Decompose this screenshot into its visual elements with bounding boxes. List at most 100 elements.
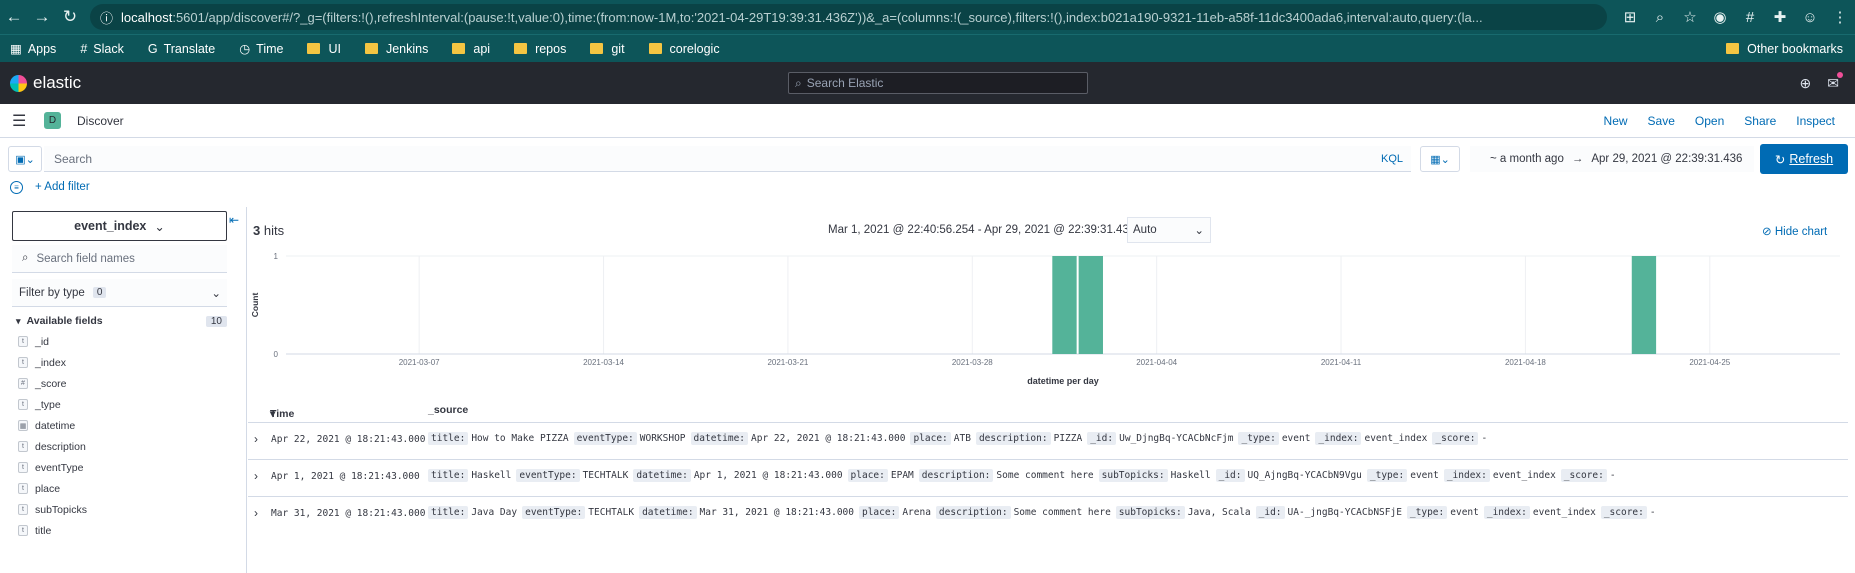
column-source-header: _source — [428, 404, 469, 416]
query-input[interactable]: Search KQL — [44, 146, 1411, 172]
source-key: _index: — [1443, 469, 1490, 482]
filter-by-type-button[interactable]: Filter by type 0 ⌄ — [12, 279, 227, 307]
bookmark-api[interactable]: api — [452, 42, 490, 56]
source-key: title: — [428, 432, 469, 445]
source-key: _index: — [1315, 432, 1362, 445]
star-icon[interactable]: ☆ — [1675, 8, 1705, 26]
bookmark-jenkins[interactable]: Jenkins — [364, 42, 428, 56]
bookmark-apps[interactable]: ▦ Apps — [10, 41, 56, 57]
add-filter-button[interactable]: + Add filter — [35, 181, 90, 193]
zoom-icon[interactable]: ⌕ — [1645, 9, 1675, 26]
folder-icon — [514, 43, 528, 54]
string-type-icon: t — [18, 441, 28, 452]
folder-icon — [307, 43, 321, 54]
notification-dot — [1837, 71, 1843, 78]
save-button[interactable]: Save — [1648, 114, 1675, 128]
interval-value: Auto — [1133, 224, 1157, 236]
bookmark-other[interactable]: Other bookmarks — [1726, 42, 1843, 56]
field-item-description[interactable]: t description — [12, 436, 227, 457]
date-quick-select[interactable]: ▦⌄ — [1420, 146, 1460, 172]
refresh-icon: ↻ — [1774, 152, 1786, 167]
chevron-down-icon: ⌄ — [154, 219, 165, 234]
field-item-_type[interactable]: t _type — [12, 394, 227, 415]
bookmark-label: repos — [535, 41, 567, 56]
open-button[interactable]: Open — [1695, 114, 1724, 128]
share-button[interactable]: Share — [1744, 114, 1776, 128]
forward-icon[interactable]: → — [28, 7, 56, 27]
query-bar: ▣⌄ Search KQL ▦⌄ ~ a month ago → Apr 29,… — [0, 142, 1855, 176]
source-value: How to Make PIZZA — [471, 433, 569, 444]
source-value: ATB — [953, 433, 971, 444]
source-value: - — [1609, 470, 1616, 481]
menu-icon[interactable]: ☰ — [12, 111, 32, 131]
index-pattern-select[interactable]: event_index ⌄ — [12, 211, 227, 241]
field-item-place[interactable]: t place — [12, 478, 227, 499]
source-key: description: — [975, 432, 1051, 445]
bookmark-slack[interactable]: # Slack — [80, 42, 124, 56]
bookmark-label: Slack — [93, 41, 124, 56]
collapse-sidebar-icon[interactable]: ⇤ — [229, 213, 239, 227]
field-item-_id[interactable]: t _id — [12, 331, 227, 352]
source-value: EPAM — [890, 470, 914, 481]
bookmark-repos[interactable]: repos — [514, 42, 566, 56]
elastic-logo[interactable]: elastic — [10, 73, 81, 93]
expand-row-icon[interactable]: › — [254, 432, 258, 446]
info-icon[interactable]: ⓘ — [100, 8, 113, 27]
date-start[interactable]: ~ a month ago — [1490, 153, 1564, 165]
source-key: _type: — [1238, 432, 1279, 445]
source-value: Mar 31, 2021 @ 18:21:43.000 — [699, 507, 854, 518]
field-item-_score[interactable]: # _score — [12, 373, 227, 394]
bookmark-ui[interactable]: UI — [307, 42, 341, 56]
bookmark-label: Other bookmarks — [1747, 41, 1843, 56]
source-key: eventType: — [573, 432, 637, 445]
back-icon[interactable]: ← — [0, 7, 28, 27]
filter-options-icon[interactable]: ≡ — [10, 180, 23, 194]
translate-icon[interactable]: ⊞ — [1615, 8, 1645, 26]
source-value: event — [1410, 470, 1439, 481]
field-search-input[interactable]: ⌕ Search field names — [12, 245, 227, 273]
search-placeholder: Search Elastic — [806, 76, 884, 90]
search-elastic-input[interactable]: ⌕ Search Elastic — [788, 72, 1088, 94]
extension-icon[interactable]: ◉ — [1705, 8, 1735, 26]
menu-dots-icon[interactable]: ⋮ — [1825, 8, 1855, 26]
field-item-eventType[interactable]: t eventType — [12, 457, 227, 478]
puzzle-icon[interactable]: ✚ — [1765, 8, 1795, 26]
field-item-subTopicks[interactable]: t subTopicks — [12, 499, 227, 520]
bookmark-git[interactable]: git — [590, 42, 625, 56]
newsfeed-icon[interactable]: ✉ — [1827, 71, 1843, 92]
space-badge[interactable]: D — [44, 112, 61, 129]
field-item-datetime[interactable]: ▦ datetime — [12, 415, 227, 436]
source-value: TECHTALK — [582, 470, 629, 481]
refresh-button[interactable]: ↻ Refresh — [1760, 144, 1848, 174]
field-item-title[interactable]: t title — [12, 520, 227, 541]
sort-down-icon: ▾ — [270, 408, 276, 420]
reload-icon[interactable]: ↻ — [56, 7, 84, 27]
string-type-icon: t — [18, 525, 28, 536]
row-time: Apr 22, 2021 @ 18:21:43.000 — [271, 434, 426, 445]
source-key: _score: — [1600, 506, 1647, 519]
field-name: place — [35, 482, 61, 495]
filter-by-type-label: Filter by type — [19, 286, 85, 299]
profile-avatar-icon[interactable]: ☺ — [1795, 9, 1825, 26]
index-pattern-label: event_index — [74, 219, 147, 233]
date-end[interactable]: Apr 29, 2021 @ 22:39:31.436 — [1591, 153, 1742, 165]
expand-row-icon[interactable]: › — [254, 506, 258, 520]
kql-toggle[interactable]: KQL — [1381, 153, 1403, 165]
hide-chart-button[interactable]: ⊘ Hide chart — [1762, 224, 1827, 238]
row-source: title: How to Make PIZZA eventType: WORKSHO… — [428, 432, 1492, 445]
bookmark-translate[interactable]: G Translate — [148, 42, 215, 56]
available-fields-header[interactable]: ▾ Available fields 10 — [12, 315, 227, 327]
bookmark-time[interactable]: ◷ Time — [239, 41, 283, 57]
inspect-button[interactable]: Inspect — [1796, 114, 1835, 128]
new-button[interactable]: New — [1604, 114, 1628, 128]
eye-closed-icon: ⊘ — [1762, 226, 1772, 238]
filter-count-badge: 0 — [92, 287, 107, 298]
field-item-_index[interactable]: t _index — [12, 352, 227, 373]
help-icon[interactable]: ⊕ — [1800, 75, 1812, 92]
interval-select[interactable]: Auto ⌄ — [1127, 217, 1211, 243]
bookmark-corelogic[interactable]: corelogic — [648, 42, 720, 56]
saved-query-button[interactable]: ▣⌄ — [8, 146, 42, 172]
expand-row-icon[interactable]: › — [254, 469, 258, 483]
address-bar[interactable]: ⓘ localhost:5601/app/discover#/?_g=(filt… — [90, 4, 1607, 30]
slack-extension-icon[interactable]: # — [1735, 9, 1765, 26]
